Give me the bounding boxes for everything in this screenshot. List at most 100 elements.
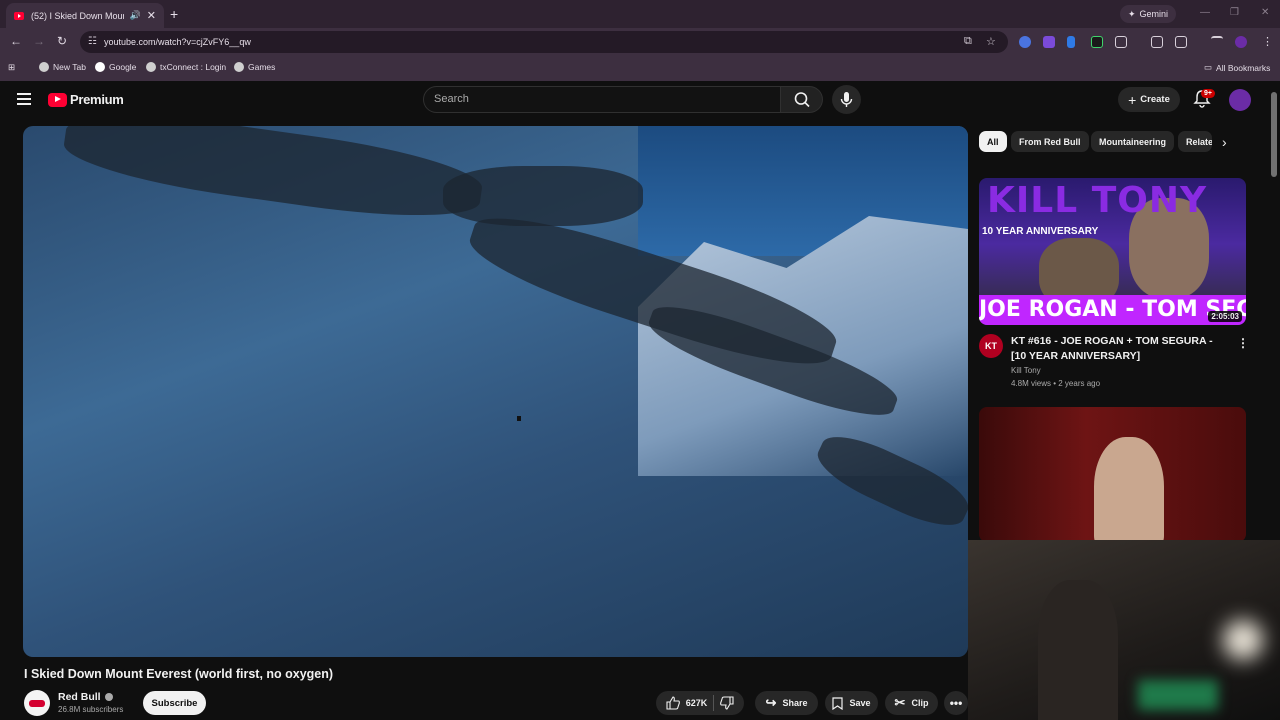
- share-arrow-icon: ↪: [765, 695, 777, 710]
- bookmark-star-icon[interactable]: ☆: [986, 35, 996, 48]
- extension-icon[interactable]: [1091, 36, 1103, 48]
- page-scrollbar[interactable]: [1271, 92, 1277, 177]
- menu-dots-icon[interactable]: ⋮: [1262, 35, 1273, 48]
- thumbs-down-icon[interactable]: [720, 696, 734, 710]
- webcam-overlay: [968, 540, 1280, 720]
- verified-icon: [104, 693, 113, 701]
- forward-icon[interactable]: →: [33, 34, 45, 48]
- microphone-icon: [840, 92, 853, 107]
- bookmark-txconnect[interactable]: txConnect : Login: [146, 62, 226, 72]
- maximize-icon[interactable]: ❐: [1230, 7, 1239, 18]
- create-button[interactable]: + Create: [1118, 87, 1180, 112]
- video-player[interactable]: [23, 126, 968, 657]
- webcam-monitor-glow: [1138, 680, 1218, 710]
- like-divider: [713, 695, 715, 711]
- video-thumbnail[interactable]: KILL TONY 10 YEAR ANNIVERSARY JOE ROGAN …: [979, 178, 1246, 325]
- bookmark-google[interactable]: Google: [95, 62, 136, 72]
- profile-avatar-icon[interactable]: [1235, 36, 1247, 48]
- extension-icon[interactable]: [1043, 36, 1055, 48]
- thumbnail-headline: KILL TONY: [987, 180, 1208, 221]
- video-frame-rock: [443, 166, 643, 226]
- globe-icon: [146, 62, 156, 72]
- bookmark-new-tab[interactable]: New Tab: [39, 62, 86, 72]
- save-button[interactable]: Save: [825, 691, 878, 715]
- address-bar[interactable]: ☷ youtube.com/watch?v=cjZvFY6__qw ⧉ ☆: [80, 31, 1008, 53]
- video-thumbnail[interactable]: [979, 407, 1246, 542]
- search-input[interactable]: Search: [423, 86, 781, 113]
- gemini-label: Gemini: [1139, 9, 1169, 19]
- site-info-icon[interactable]: ☷: [88, 36, 97, 47]
- sparkle-icon: ✦: [1127, 8, 1136, 19]
- apps-grid-icon[interactable]: ⊞: [8, 62, 15, 73]
- youtube-play-icon: [48, 92, 67, 107]
- hamburger-menu-icon[interactable]: [17, 93, 31, 108]
- chip-related[interactable]: Relate: [1178, 131, 1212, 152]
- notification-count-badge: 9+: [1201, 89, 1215, 98]
- bookmark-icon: [832, 696, 844, 710]
- extension-icon[interactable]: [1019, 36, 1031, 48]
- folder-icon: ▭: [1204, 62, 1213, 72]
- tab-title: (52) I Skied Down Mount E: [31, 10, 124, 21]
- channel-name[interactable]: Red Bull: [58, 691, 113, 703]
- new-tab-button[interactable]: +: [170, 6, 178, 22]
- all-bookmarks[interactable]: ▭ All Bookmarks: [1204, 62, 1270, 73]
- chevron-right-icon[interactable]: ›: [1222, 134, 1227, 150]
- search-button[interactable]: [781, 86, 823, 113]
- more-vertical-icon[interactable]: ⋮: [1237, 336, 1249, 350]
- chip-all[interactable]: All: [979, 131, 1007, 152]
- browser-toolbar: ← → ↻ ☷ youtube.com/watch?v=cjZvFY6__qw …: [0, 28, 1280, 56]
- close-window-icon[interactable]: ✕: [1261, 7, 1269, 18]
- youtube-header: Premium Search + Create 9+: [0, 81, 1280, 119]
- browser-tab[interactable]: (52) I Skied Down Mount E 🔊 ✕: [6, 3, 164, 28]
- voice-search-button[interactable]: [832, 85, 861, 114]
- video-title: I Skied Down Mount Everest (world first,…: [24, 667, 334, 681]
- subscriber-count: 26.8M subscribers: [58, 705, 124, 714]
- extensions-puzzle-icon[interactable]: [1115, 36, 1127, 48]
- google-icon: [95, 62, 105, 72]
- account-avatar[interactable]: [1229, 89, 1251, 111]
- subscribe-button[interactable]: Subscribe: [143, 691, 206, 715]
- channel-avatar[interactable]: KT: [979, 334, 1003, 358]
- youtube-logo[interactable]: Premium: [48, 92, 124, 107]
- chip-from-red-bull[interactable]: From Red Bull: [1011, 131, 1089, 152]
- install-icon[interactable]: ⧉: [964, 35, 972, 48]
- more-actions-button[interactable]: •••: [944, 691, 968, 715]
- video-duration: 2:05:03: [1208, 311, 1242, 322]
- youtube-favicon-icon: [14, 11, 24, 20]
- plus-icon: +: [1128, 91, 1137, 108]
- channel-avatar[interactable]: [24, 690, 50, 716]
- like-button[interactable]: 627K: [666, 696, 707, 710]
- thumbnail-person: [1094, 437, 1164, 542]
- minimize-icon[interactable]: —: [1200, 7, 1210, 18]
- close-tab-icon[interactable]: ✕: [147, 9, 156, 22]
- recommended-channel-name[interactable]: Kill Tony: [1011, 366, 1041, 375]
- logo-text: Premium: [70, 92, 124, 107]
- recommended-video-title[interactable]: KT #616 - JOE ROGAN + TOM SEGURA - [10 Y…: [1011, 334, 1226, 364]
- thumbnail-names: JOE ROGAN - TOM SEGURA: [979, 295, 1246, 325]
- like-dislike-group: 627K: [656, 691, 744, 715]
- gemini-button[interactable]: ✦ Gemini: [1120, 5, 1176, 23]
- cast-icon[interactable]: [1175, 36, 1187, 48]
- video-frame-skier: [517, 416, 521, 421]
- clip-button[interactable]: ✂ Clip: [885, 691, 938, 715]
- globe-icon: [234, 62, 244, 72]
- globe-icon: [39, 62, 49, 72]
- webcam-lamp: [1223, 620, 1263, 660]
- back-icon[interactable]: ←: [10, 34, 22, 48]
- share-button[interactable]: ↪ Share: [755, 691, 818, 715]
- bookmark-games[interactable]: Games: [234, 62, 275, 72]
- video-frame-rock: [60, 126, 486, 230]
- tab-search-icon[interactable]: [1151, 36, 1163, 48]
- reload-icon[interactable]: ↻: [57, 34, 67, 48]
- extension-icon[interactable]: [1067, 36, 1075, 48]
- tab-strip: (52) I Skied Down Mount E 🔊 ✕ + ✦ Gemini…: [0, 0, 1280, 28]
- search-icon: [794, 92, 810, 108]
- recommended-video-meta: 4.8M views • 2 years ago: [1011, 379, 1101, 388]
- more-horizontal-icon: •••: [949, 696, 963, 710]
- thumbs-up-icon: [666, 696, 680, 710]
- chip-mountaineering[interactable]: Mountaineering: [1091, 131, 1174, 152]
- bookmarks-bar: ⊞ New Tab Google txConnect : Login Games…: [0, 56, 1280, 81]
- speaker-icon[interactable]: 🔊: [130, 10, 141, 21]
- thumbnail-subheadline: 10 YEAR ANNIVERSARY: [982, 226, 1099, 237]
- reading-list-icon[interactable]: [1211, 36, 1223, 48]
